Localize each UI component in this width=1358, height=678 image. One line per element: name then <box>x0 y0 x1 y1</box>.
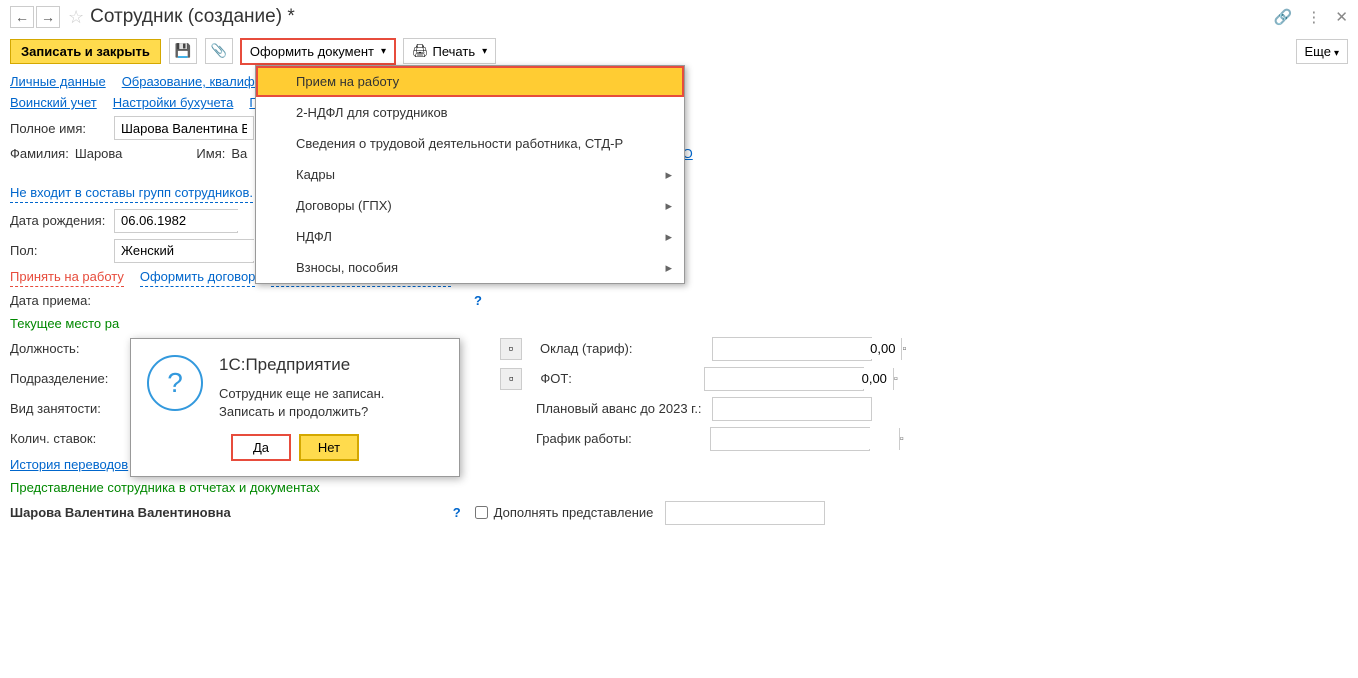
dialog-text2: Записать и продолжить? <box>219 403 384 421</box>
advance-label: Плановый аванс до 2023 г.: <box>536 401 702 416</box>
dropdown-item-vznosy[interactable]: Взносы, пособия <box>256 252 684 283</box>
tab-accounting[interactable]: Настройки бухучета <box>113 95 234 110</box>
tab-military[interactable]: Воинский учет <box>10 95 97 110</box>
dialog-yes-button[interactable]: Да <box>232 435 290 460</box>
dropdown-item-ndfl[interactable]: НДФЛ <box>256 221 684 252</box>
window-header: ← → ☆ Сотрудник (создание) * 🔗 ⋮ ✕ <box>0 0 1358 34</box>
question-icon: ? <box>147 355 203 411</box>
close-icon[interactable]: ✕ <box>1335 8 1348 26</box>
salary-input[interactable] <box>713 338 901 359</box>
schedule-label: График работы: <box>536 431 632 446</box>
contract-link[interactable]: Оформить договор <box>140 269 256 287</box>
salary-open-icon[interactable]: ▫ <box>901 338 906 360</box>
position-label: Должность: <box>10 341 108 356</box>
position-open-icon[interactable]: ▫ <box>500 338 522 360</box>
hire-link[interactable]: Принять на работу <box>10 269 124 287</box>
gender-label: Пол: <box>10 243 108 258</box>
dropdown-item-ndfl2[interactable]: 2-НДФЛ для сотрудников <box>256 97 684 128</box>
supplement-label: Дополнять представление <box>494 505 654 520</box>
fot-label: ФОТ: <box>540 371 572 386</box>
schedule-open-icon[interactable]: ▫ <box>899 428 904 450</box>
dropdown-item-std[interactable]: Сведения о трудовой деятельности работни… <box>256 128 684 159</box>
supplement-checkbox[interactable] <box>475 506 488 519</box>
dialog-no-button[interactable]: Нет <box>300 435 358 460</box>
supplement-input[interactable] <box>665 501 825 525</box>
favorite-icon[interactable]: ☆ <box>68 7 84 28</box>
representation-title: Представление сотрудника в отчетах и док… <box>10 480 1348 495</box>
page-title: Сотрудник (создание) * <box>90 6 295 28</box>
fullname-label: Полное имя: <box>10 121 108 136</box>
surname-label: Фамилия: <box>10 146 69 161</box>
representation-help-icon[interactable]: ? <box>453 505 461 520</box>
dropdown-item-kadry[interactable]: Кадры <box>256 159 684 190</box>
department-open-icon[interactable]: ▫ <box>500 368 522 390</box>
schedule-input[interactable] <box>711 428 899 449</box>
salary-label: Оклад (тариф): <box>540 341 632 356</box>
hire-date-label: Дата приема: <box>10 293 108 308</box>
current-place-title: Текущее место ра <box>10 316 1348 331</box>
link-icon[interactable]: 🔗 <box>1274 8 1293 26</box>
menu-dots-icon[interactable]: ⋮ <box>1306 8 1321 26</box>
tab-personal[interactable]: Личные данные <box>10 74 106 89</box>
save-close-button[interactable]: Записать и закрыть <box>10 39 161 64</box>
dropdown-item-gpx[interactable]: Договоры (ГПХ) <box>256 190 684 221</box>
advance-input[interactable] <box>712 397 872 421</box>
tab-education[interactable]: Образование, квалифи <box>122 74 262 89</box>
birthdate-label: Дата рождения: <box>10 213 108 228</box>
fot-input[interactable] <box>705 368 893 389</box>
dropdown-item-hire[interactable]: Прием на работу <box>256 66 684 97</box>
history-link[interactable]: История переводов <box>10 457 128 472</box>
more-button[interactable]: Еще <box>1296 39 1348 64</box>
name-value: Ва <box>231 146 247 161</box>
dialog-text1: Сотрудник еще не записан. <box>219 385 384 403</box>
nav-forward-button[interactable]: → <box>36 6 60 28</box>
toolbar: Записать и закрыть 💾 📎 Оформить документ… <box>0 34 1358 68</box>
employee-name: Шарова Валентина Валентиновна <box>10 505 231 520</box>
fot-open-icon[interactable]: ▫ <box>893 368 898 390</box>
fullname-input[interactable] <box>114 116 254 140</box>
employment-label: Вид занятости: <box>10 401 108 416</box>
save-button[interactable]: 💾 <box>169 38 197 64</box>
name-label: Имя: <box>196 146 225 161</box>
groups-link[interactable]: Не входит в составы групп сотрудников. <box>10 185 253 203</box>
document-dropdown-menu: Прием на работу 2-НДФЛ для сотрудников С… <box>255 65 685 284</box>
dialog-title: 1С:Предприятие <box>219 355 384 375</box>
confirm-dialog: ? 1С:Предприятие Сотрудник еще не записа… <box>130 338 460 477</box>
rates-label: Колич. ставок: <box>10 431 108 446</box>
nav-back-button[interactable]: ← <box>10 6 34 28</box>
hire-date-help-icon[interactable]: ? <box>474 293 482 308</box>
document-dropdown-button[interactable]: Оформить документ <box>241 39 395 64</box>
department-label: Подразделение: <box>10 371 108 386</box>
print-dropdown-button[interactable]: 🖨 Печать <box>403 38 496 64</box>
attach-button[interactable]: 📎 <box>205 38 233 64</box>
surname-value: Шарова <box>75 146 123 161</box>
